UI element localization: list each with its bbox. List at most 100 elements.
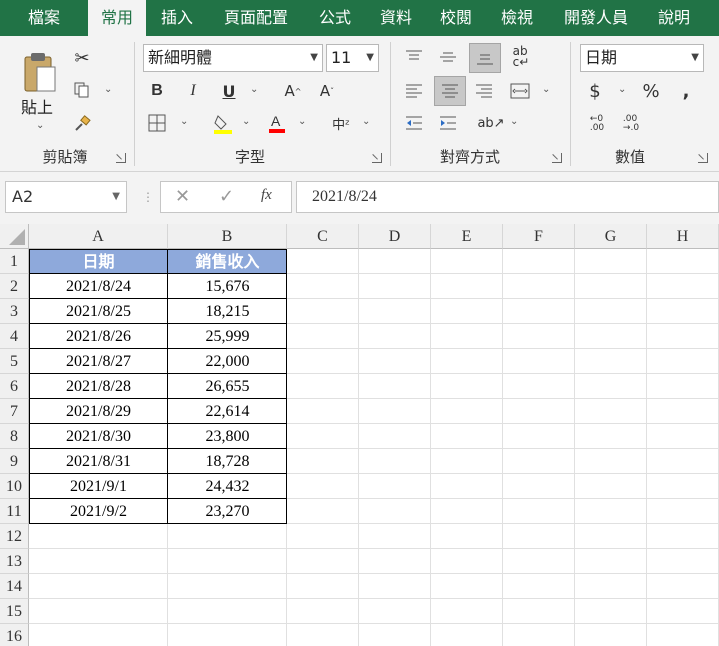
font-color-dropdown-icon[interactable]: ⌄	[298, 116, 306, 127]
table-cell-sales[interactable]: 22,614	[168, 399, 287, 424]
cell-a1-header[interactable]: 日期	[29, 249, 168, 274]
table-cell-date[interactable]: 2021/8/31	[29, 449, 168, 474]
table-cell-sales[interactable]: 24,432	[168, 474, 287, 499]
percent-icon[interactable]: %	[640, 80, 662, 102]
table-cell-date[interactable]: 2021/9/2	[29, 499, 168, 524]
column-header-a[interactable]: A	[29, 224, 168, 249]
align-center-icon[interactable]	[434, 76, 466, 106]
column-header-d[interactable]: D	[359, 224, 431, 249]
italic-icon[interactable]: I	[182, 80, 204, 102]
name-box[interactable]: A2 ▼	[5, 181, 127, 213]
table-cell-date[interactable]: 2021/8/27	[29, 349, 168, 374]
column-header-b[interactable]: B	[168, 224, 287, 249]
orientation-icon[interactable]: ab↗	[477, 112, 504, 134]
tab-developer[interactable]: 開發人員	[548, 0, 644, 36]
column-header-c[interactable]: C	[287, 224, 359, 249]
column-header-g[interactable]: G	[575, 224, 647, 249]
tab-page-layout[interactable]: 頁面配置	[208, 0, 304, 36]
row-header[interactable]: 14	[0, 574, 29, 599]
font-name-select[interactable]: 新細明體 ▼	[143, 44, 323, 72]
cancel-icon[interactable]: ✕	[175, 186, 190, 207]
row-header[interactable]: 13	[0, 549, 29, 574]
number-format-select[interactable]: 日期 ▼	[580, 44, 704, 72]
tab-data[interactable]: 資料	[366, 0, 426, 36]
underline-dropdown-icon[interactable]: ⌄	[250, 84, 258, 95]
table-cell-sales[interactable]: 18,728	[168, 449, 287, 474]
fill-color-dropdown-icon[interactable]: ⌄	[242, 116, 250, 127]
table-cell-date[interactable]: 2021/8/26	[29, 324, 168, 349]
align-middle-icon[interactable]	[436, 46, 460, 68]
row-header[interactable]: 5	[0, 349, 29, 374]
merge-dropdown-icon[interactable]: ⌄	[542, 84, 550, 95]
column-header-e[interactable]: E	[431, 224, 503, 249]
table-cell-date[interactable]: 2021/8/30	[29, 424, 168, 449]
phonetic-dropdown-icon[interactable]: ⌄	[362, 116, 370, 127]
increase-indent-icon[interactable]	[436, 112, 460, 134]
increase-font-icon[interactable]: A ^	[280, 80, 306, 102]
table-cell-date[interactable]: 2021/9/1	[29, 474, 168, 499]
formula-input[interactable]: 2021/8/24	[296, 181, 719, 213]
borders-dropdown-icon[interactable]: ⌄	[180, 116, 188, 127]
bold-icon[interactable]: B	[146, 80, 168, 102]
table-cell-sales[interactable]: 15,676	[168, 274, 287, 299]
table-cell-sales[interactable]: 25,999	[168, 324, 287, 349]
tab-formulas[interactable]: 公式	[304, 0, 366, 36]
phonetic-guide-icon[interactable]: 中ᶻ	[328, 110, 354, 136]
font-color-icon[interactable]: A	[266, 110, 288, 136]
align-right-icon[interactable]	[472, 80, 496, 102]
font-size-select[interactable]: 11 ▼	[326, 44, 379, 72]
cell-b1-header[interactable]: 銷售收入	[168, 249, 287, 274]
table-cell-date[interactable]: 2021/8/28	[29, 374, 168, 399]
table-cell-sales[interactable]: 18,215	[168, 299, 287, 324]
align-left-icon[interactable]	[402, 80, 426, 102]
row-header[interactable]: 7	[0, 399, 29, 424]
row-header[interactable]: 6	[0, 374, 29, 399]
row-header[interactable]: 3	[0, 299, 29, 324]
wrap-text-icon[interactable]: ab c↵	[508, 44, 534, 70]
currency-dropdown-icon[interactable]: ⌄	[618, 84, 626, 95]
row-header[interactable]: 11	[0, 499, 29, 524]
table-cell-date[interactable]: 2021/8/29	[29, 399, 168, 424]
row-header[interactable]: 2	[0, 274, 29, 299]
increase-decimal-icon[interactable]: ←0.00	[584, 112, 610, 136]
merge-center-icon[interactable]	[508, 80, 532, 102]
row-header[interactable]: 15	[0, 599, 29, 624]
fill-color-icon[interactable]	[210, 110, 236, 136]
table-cell-sales[interactable]: 23,270	[168, 499, 287, 524]
table-cell-sales[interactable]: 26,655	[168, 374, 287, 399]
row-header[interactable]: 10	[0, 474, 29, 499]
confirm-icon[interactable]: ✓	[219, 186, 234, 207]
decrease-indent-icon[interactable]	[402, 112, 426, 134]
row-header[interactable]: 16	[0, 624, 29, 646]
table-cell-sales[interactable]: 23,800	[168, 424, 287, 449]
cut-icon[interactable]: ✂	[70, 46, 94, 70]
table-cell-date[interactable]: 2021/8/25	[29, 299, 168, 324]
row-header[interactable]: 9	[0, 449, 29, 474]
clipboard-launcher-icon[interactable]	[116, 153, 126, 163]
table-cell-sales[interactable]: 22,000	[168, 349, 287, 374]
tab-view[interactable]: 檢視	[486, 0, 548, 36]
alignment-launcher-icon[interactable]	[552, 153, 562, 163]
row-header[interactable]: 4	[0, 324, 29, 349]
font-launcher-icon[interactable]	[372, 153, 382, 163]
decrease-decimal-icon[interactable]: .00 →.0	[618, 112, 644, 136]
underline-icon[interactable]: U	[218, 80, 240, 102]
format-painter-icon[interactable]	[70, 112, 94, 136]
align-bottom-icon[interactable]	[469, 43, 501, 73]
paste-button[interactable]	[18, 48, 62, 98]
number-launcher-icon[interactable]	[698, 153, 708, 163]
insert-function-icon[interactable]: fx	[261, 187, 272, 204]
align-top-icon[interactable]	[402, 46, 426, 68]
tab-insert[interactable]: 插入	[146, 0, 208, 36]
more-options-icon[interactable]: ⋮	[142, 190, 154, 204]
row-header[interactable]: 8	[0, 424, 29, 449]
orientation-dropdown-icon[interactable]: ⌄	[510, 116, 518, 127]
copy-icon[interactable]	[70, 78, 94, 102]
currency-icon[interactable]: $	[584, 80, 606, 102]
decrease-font-icon[interactable]: Aˇ	[314, 80, 340, 102]
copy-dropdown-icon[interactable]: ⌄	[104, 84, 112, 95]
column-header-h[interactable]: H	[647, 224, 719, 249]
tab-review[interactable]: 校閱	[426, 0, 486, 36]
comma-style-icon[interactable]: ,	[678, 80, 694, 102]
row-header[interactable]: 1	[0, 249, 29, 274]
